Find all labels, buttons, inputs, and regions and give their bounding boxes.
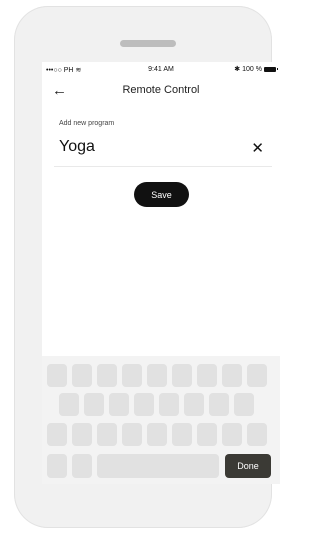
- keyboard-key[interactable]: [234, 393, 254, 416]
- keyboard-key[interactable]: [247, 423, 267, 446]
- keyboard-key[interactable]: [147, 364, 167, 387]
- keyboard-key[interactable]: [122, 423, 142, 446]
- keyboard-key[interactable]: [59, 393, 79, 416]
- status-bar: •••○○ PH ≋ 9:41 AM ✱ 100 %: [42, 62, 280, 78]
- program-field-label: Add new program: [59, 120, 115, 127]
- keyboard-key[interactable]: [184, 393, 204, 416]
- keyboard-key[interactable]: [134, 393, 154, 416]
- keyboard-key[interactable]: [84, 393, 104, 416]
- keyboard-key[interactable]: [97, 364, 117, 387]
- battery-text: 100 %: [242, 65, 262, 73]
- phone-frame: •••○○ PH ≋ 9:41 AM ✱ 100 % ← Remote Cont…: [14, 6, 280, 528]
- space-key[interactable]: [97, 454, 219, 478]
- status-right: ✱ 100 %: [234, 65, 278, 73]
- keyboard-key[interactable]: [72, 423, 92, 446]
- battery-icon: [264, 66, 278, 72]
- program-name-value[interactable]: Yoga: [59, 138, 95, 156]
- navigation-bar: ← Remote Control: [42, 80, 280, 102]
- keyboard-key[interactable]: [247, 364, 267, 387]
- keyboard-key[interactable]: [222, 364, 242, 387]
- keyboard-key[interactable]: [97, 423, 117, 446]
- keyboard-key[interactable]: [122, 364, 142, 387]
- keyboard-key[interactable]: [109, 393, 129, 416]
- program-name-input[interactable]: Yoga ✕: [54, 136, 272, 167]
- keyboard-key[interactable]: [222, 423, 242, 446]
- keyboard-key[interactable]: [72, 364, 92, 387]
- keyboard-key[interactable]: [159, 393, 179, 416]
- app-screen: •••○○ PH ≋ 9:41 AM ✱ 100 % ← Remote Cont…: [42, 62, 280, 484]
- keyboard-key[interactable]: [197, 364, 217, 387]
- keyboard-key[interactable]: [147, 423, 167, 446]
- keyboard-key[interactable]: [47, 423, 67, 446]
- keyboard-key[interactable]: [47, 364, 67, 387]
- bluetooth-icon: ✱: [234, 66, 241, 73]
- keyboard-key[interactable]: [47, 454, 67, 478]
- keyboard: Done: [42, 356, 280, 484]
- keyboard-key[interactable]: [209, 393, 229, 416]
- close-icon[interactable]: ✕: [251, 139, 264, 157]
- keyboard-key[interactable]: [72, 454, 92, 478]
- page-title: Remote Control: [122, 84, 200, 96]
- speaker-grille: [120, 40, 176, 47]
- keyboard-key[interactable]: [172, 423, 192, 446]
- done-button[interactable]: Done: [225, 454, 271, 478]
- keyboard-key[interactable]: [172, 364, 192, 387]
- keyboard-key[interactable]: [197, 423, 217, 446]
- save-button[interactable]: Save: [134, 182, 189, 207]
